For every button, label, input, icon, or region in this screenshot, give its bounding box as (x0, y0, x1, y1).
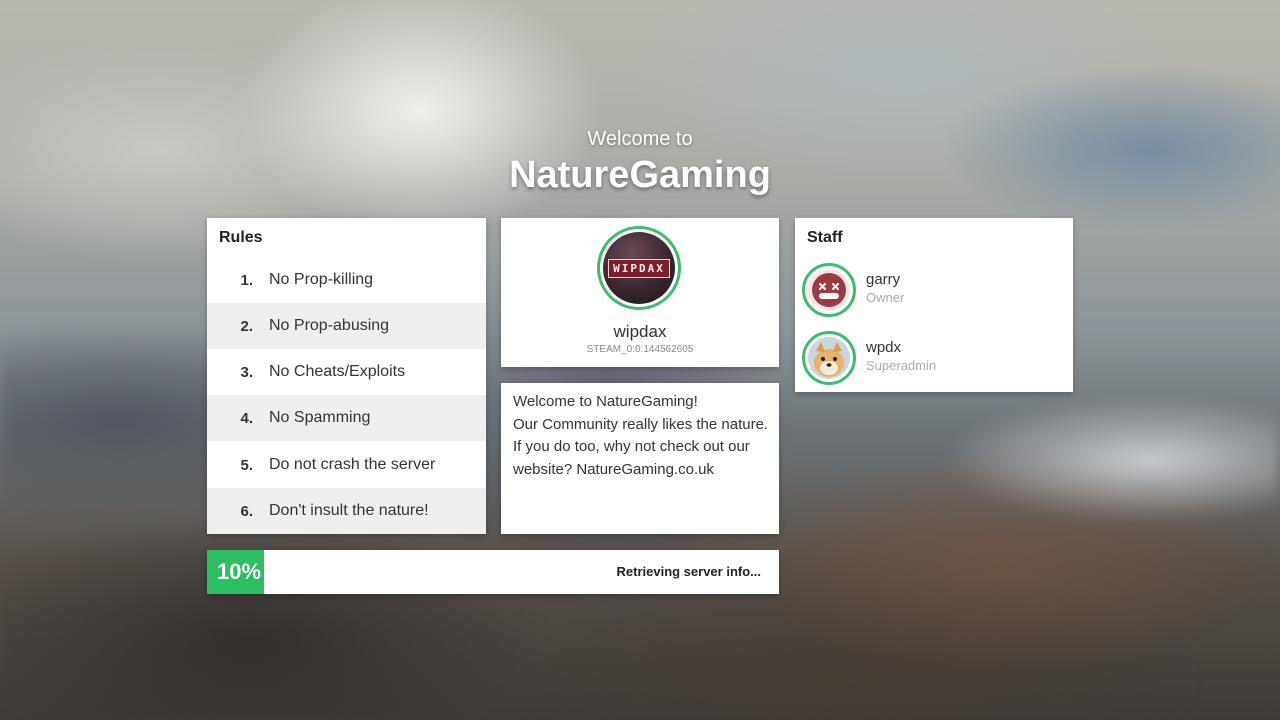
rule-item: 3. No Cheats/Exploits (207, 349, 486, 395)
staff-name: garry (866, 271, 901, 288)
rule-text: Don't insult the nature! (269, 502, 429, 519)
rule-text: No Prop-killing (269, 271, 374, 288)
staff-role: Superadmin (866, 358, 937, 373)
staff-avatar (802, 331, 856, 385)
rule-item: 2. No Prop-abusing (207, 303, 486, 349)
rule-item: 6. Don't insult the nature! (207, 488, 486, 534)
welcome-message-panel: Welcome to NatureGaming! Our Community r… (501, 383, 779, 534)
welcome-text: Welcome to (587, 128, 693, 150)
staff-member: garry Owner (802, 263, 1062, 317)
rule-number: 4. (240, 409, 253, 427)
rule-text: No Cheats/Exploits (269, 363, 406, 380)
player-name: wipdax (613, 322, 667, 341)
message-line: website? NatureGaming.co.uk (513, 461, 714, 478)
wipdax-logo-icon: WIPDAX (603, 232, 675, 304)
dead-face-icon (808, 269, 850, 311)
loading-status: Retrieving server info... (616, 564, 762, 579)
staff-name: wpdx (866, 339, 902, 356)
message-line: Our Community really likes the nature. (513, 416, 769, 433)
rule-text: No Prop-abusing (269, 317, 390, 334)
rule-item: 4. No Spamming (207, 395, 486, 441)
avatar-logo-text: WIPDAX (608, 258, 670, 278)
progress-percent: 10% (217, 559, 262, 584)
staff-title: Staff (807, 229, 843, 246)
rule-item: 5. Do not crash the server (207, 442, 486, 488)
server-name: NatureGaming (509, 154, 771, 196)
rule-item: 1. No Prop-killing (207, 257, 486, 303)
player-avatar: WIPDAX (597, 226, 681, 310)
player-profile-panel: WIPDAX wipdax STEAM_0:0:144562605 (501, 218, 779, 367)
rule-text: No Spamming (269, 409, 371, 426)
rules-title: Rules (219, 229, 263, 246)
staff-panel: Staff garry Owner wpdx Superadmin (795, 218, 1073, 392)
rule-number: 2. (240, 317, 253, 335)
rule-text: Do not crash the server (269, 456, 436, 473)
rules-panel: Rules 1. No Prop-killing 2. No Prop-abus… (207, 218, 486, 534)
rule-number: 1. (240, 271, 253, 289)
message-line: If you do too, why not check out our (513, 438, 750, 455)
loading-progress-bar: 10% Retrieving server info... (207, 550, 779, 594)
rule-number: 6. (240, 502, 253, 520)
staff-role: Owner (866, 290, 905, 305)
staff-member: wpdx Superadmin (802, 331, 1062, 385)
dog-avatar-icon (808, 337, 850, 379)
staff-avatar (802, 263, 856, 317)
steam-id: STEAM_0:0:144562605 (586, 344, 694, 355)
message-line: Welcome to NatureGaming! (513, 393, 698, 410)
loading-screen: Welcome to NatureGaming Rules 1. No Prop… (0, 0, 1280, 720)
rule-number: 3. (240, 363, 253, 381)
rule-number: 5. (240, 456, 253, 474)
